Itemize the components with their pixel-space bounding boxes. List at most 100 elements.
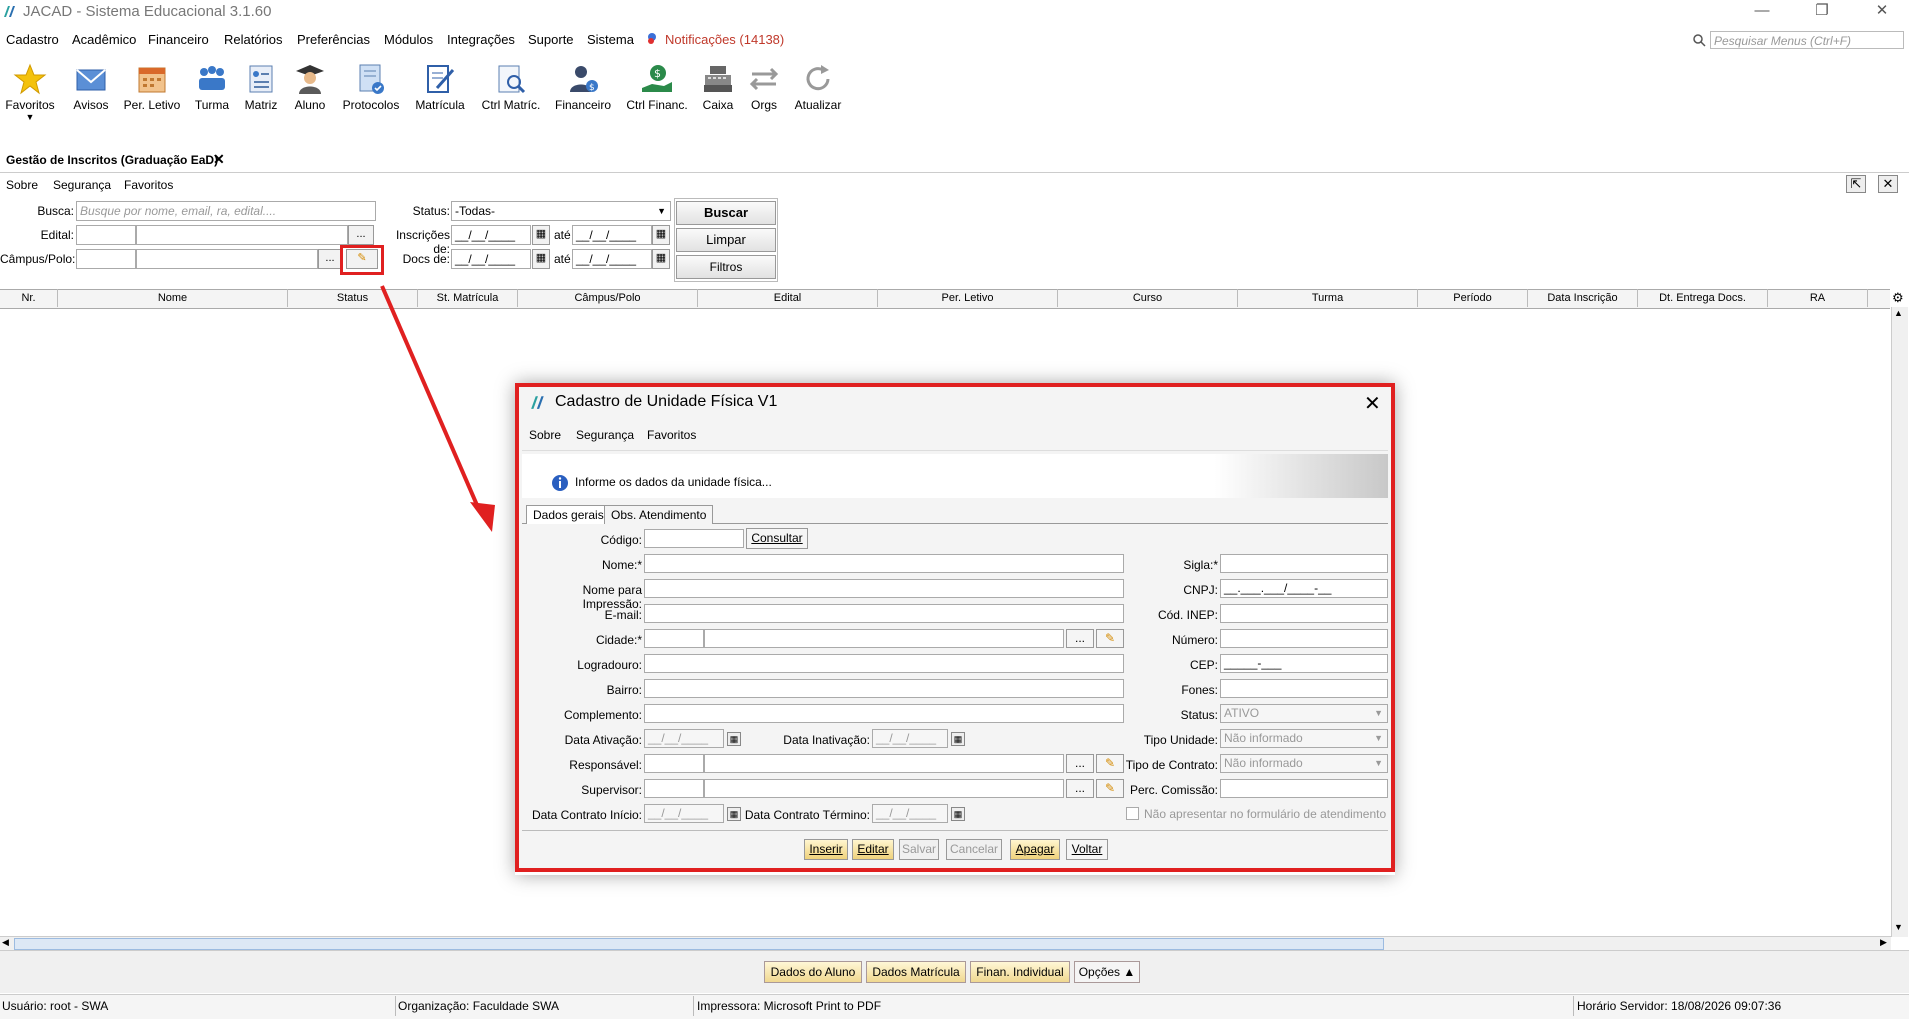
col-edital[interactable]: Edital bbox=[698, 289, 878, 307]
toolbar-label: Financeiro bbox=[554, 98, 612, 112]
close-panel-icon[interactable]: ✕ bbox=[1878, 175, 1898, 193]
restore-button[interactable]: ❐ bbox=[1796, 0, 1848, 24]
calendar-icon[interactable]: ▦ bbox=[652, 225, 670, 245]
scroll-up-icon[interactable]: ▲ bbox=[1894, 308, 1903, 318]
scroll-left-icon[interactable]: ◀ bbox=[2, 937, 9, 948]
toolbar-label: Aluno bbox=[294, 98, 326, 112]
toolbar-label: Protocolos bbox=[342, 98, 400, 112]
edital-code-input[interactable] bbox=[76, 225, 136, 245]
popout-icon[interactable]: ⇱ bbox=[1846, 175, 1866, 193]
col-st-matricula[interactable]: St. Matrícula bbox=[418, 289, 518, 307]
filtros-button[interactable]: Filtros bbox=[676, 255, 776, 279]
edital-name-input[interactable] bbox=[136, 225, 348, 245]
matrix-icon bbox=[249, 65, 273, 93]
status-value: -Todas- bbox=[455, 204, 496, 218]
buscar-button[interactable]: Buscar bbox=[676, 201, 776, 225]
close-window-button[interactable]: ✕ bbox=[1856, 0, 1908, 24]
toolbar-matriz[interactable]: Matriz bbox=[242, 62, 280, 112]
campus-label: Câmpus/Polo: bbox=[0, 252, 76, 266]
scrollbar-thumb[interactable] bbox=[14, 938, 1384, 950]
toolbar-matricula[interactable]: Matrícula bbox=[410, 62, 470, 112]
edital-label: Edital: bbox=[40, 228, 74, 242]
finan-individual-button[interactable]: Finan. Individual bbox=[970, 961, 1070, 983]
dados-matricula-button[interactable]: Dados Matrícula bbox=[866, 961, 966, 983]
menu-integracoes[interactable]: Integrações bbox=[447, 32, 515, 47]
toolbar-orgs[interactable]: Orgs bbox=[746, 62, 782, 112]
status-usuario: Usuário: root - SWA bbox=[2, 999, 109, 1013]
limpar-button[interactable]: Limpar bbox=[676, 228, 776, 252]
gear-icon[interactable]: ⚙ bbox=[1892, 290, 1904, 306]
svg-text:$: $ bbox=[589, 83, 595, 93]
menu-cadastro[interactable]: Cadastro bbox=[6, 32, 59, 47]
toolbar-caixa[interactable]: Caixa bbox=[700, 62, 736, 112]
toolbar-favoritos[interactable]: Favoritos ▼ bbox=[0, 62, 60, 122]
dados-aluno-button[interactable]: Dados do Aluno bbox=[764, 961, 862, 983]
toolbar-label: Avisos bbox=[73, 98, 109, 112]
col-per-letivo[interactable]: Per. Letivo bbox=[878, 289, 1058, 307]
col-periodo[interactable]: Período bbox=[1418, 289, 1528, 307]
edital-lookup-button[interactable]: ... bbox=[348, 225, 374, 245]
col-curso[interactable]: Curso bbox=[1058, 289, 1238, 307]
toolbar-ctrl-matric[interactable]: Ctrl Matríc. bbox=[478, 62, 544, 112]
toolbar-label: Matriz bbox=[244, 98, 278, 112]
inscricoes-ate-input[interactable]: __/__/____ bbox=[572, 225, 652, 245]
status-select[interactable]: -Todas- ▼ bbox=[451, 201, 671, 221]
calendar-icon[interactable]: ▦ bbox=[532, 225, 550, 245]
menu-modulos[interactable]: Módulos bbox=[384, 32, 433, 47]
campus-code-input[interactable] bbox=[76, 249, 136, 269]
toolbar-label: Atualizar bbox=[794, 98, 842, 112]
calendar-icon bbox=[138, 67, 166, 93]
docs-de-input[interactable]: __/__/____ bbox=[451, 249, 531, 269]
menu-relatorios[interactable]: Relatórios bbox=[224, 32, 283, 47]
calendar-icon[interactable]: ▦ bbox=[532, 249, 550, 269]
submenu-seguranca[interactable]: Segurança bbox=[53, 178, 111, 192]
toolbar-label: Caixa bbox=[702, 98, 734, 112]
toolbar-turma[interactable]: Turma bbox=[192, 62, 232, 112]
docs-ate-input[interactable]: __/__/____ bbox=[572, 249, 652, 269]
toolbar-avisos[interactable]: Avisos bbox=[70, 62, 112, 112]
submenu-sobre[interactable]: Sobre bbox=[6, 178, 38, 192]
col-turma[interactable]: Turma bbox=[1238, 289, 1418, 307]
chevron-down-icon: ▼ bbox=[657, 206, 666, 216]
menu-financeiro[interactable]: Financeiro bbox=[148, 32, 209, 47]
busca-label: Busca: bbox=[37, 204, 74, 218]
scroll-down-icon[interactable]: ▼ bbox=[1894, 922, 1903, 932]
toolbar-aluno[interactable]: Aluno bbox=[290, 62, 330, 112]
busca-input[interactable]: Busque por nome, email, ra, edital.... bbox=[76, 201, 376, 221]
vertical-scrollbar[interactable] bbox=[1891, 307, 1908, 937]
notifications-link[interactable]: Notificações (14138) bbox=[665, 32, 784, 47]
menu-search-input[interactable]: Pesquisar Menus (Ctrl+F) bbox=[1710, 31, 1904, 49]
toolbar-protocolos[interactable]: Protocolos bbox=[338, 62, 404, 112]
toolbar-financeiro[interactable]: $ Financeiro bbox=[552, 62, 614, 112]
status-horario: Horário Servidor: 18/08/2026 09:07:36 bbox=[1577, 999, 1782, 1013]
campus-lookup-button[interactable]: ... bbox=[318, 249, 342, 269]
status-separator bbox=[693, 996, 694, 1016]
col-nome[interactable]: Nome bbox=[58, 289, 288, 307]
calendar-icon[interactable]: ▦ bbox=[652, 249, 670, 269]
chevron-down-icon: ▼ bbox=[25, 112, 35, 122]
toolbar-ctrl-financ[interactable]: $ Ctrl Financ. bbox=[622, 62, 692, 112]
toolbar-label: Ctrl Matríc. bbox=[481, 98, 541, 112]
scroll-right-icon[interactable]: ▶ bbox=[1880, 937, 1887, 948]
col-status[interactable]: Status bbox=[288, 289, 418, 307]
toolbar-label: Per. Letivo bbox=[123, 98, 181, 112]
cash-register-icon bbox=[704, 66, 732, 92]
menu-academico[interactable]: Acadêmico bbox=[72, 32, 136, 47]
col-nr[interactable]: Nr. bbox=[0, 289, 58, 307]
campus-name-input[interactable] bbox=[136, 249, 318, 269]
col-campus[interactable]: Câmpus/Polo bbox=[518, 289, 698, 307]
toolbar-per-letivo[interactable]: Per. Letivo bbox=[120, 62, 184, 112]
submenu-favoritos[interactable]: Favoritos bbox=[124, 178, 173, 192]
inscricoes-de-input[interactable]: __/__/____ bbox=[451, 225, 531, 245]
menu-sistema[interactable]: Sistema bbox=[587, 32, 634, 47]
col-dt-entrega-docs[interactable]: Dt. Entrega Docs. bbox=[1638, 289, 1768, 307]
menu-preferencias[interactable]: Preferências bbox=[297, 32, 370, 47]
toolbar-atualizar[interactable]: Atualizar bbox=[790, 62, 846, 112]
jacad-logo-icon bbox=[4, 6, 15, 17]
col-ra[interactable]: RA bbox=[1768, 289, 1868, 307]
tab-close-icon[interactable]: ✕ bbox=[213, 151, 225, 168]
menu-suporte[interactable]: Suporte bbox=[528, 32, 574, 47]
col-data-inscricao[interactable]: Data Inscrição bbox=[1528, 289, 1638, 307]
minimize-button[interactable]: — bbox=[1736, 0, 1788, 24]
opcoes-button[interactable]: Opções ▲ bbox=[1074, 961, 1140, 983]
